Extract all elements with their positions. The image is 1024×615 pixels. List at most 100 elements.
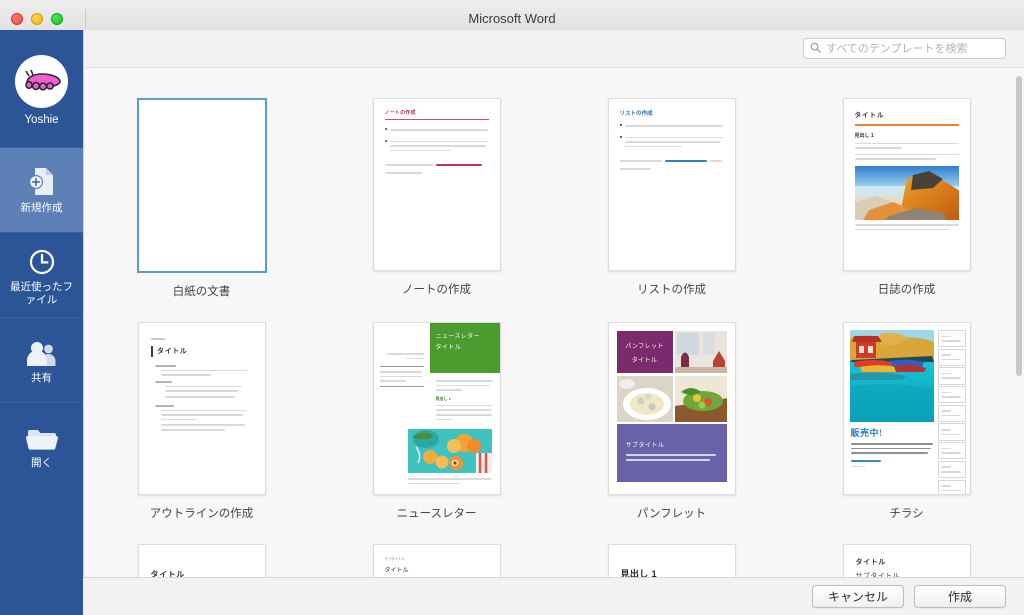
template-grid: 白紙の文書 ノートの作成 ノートの作成 リストの作成 リストの作成 タイトル 見… [84,76,1024,577]
template-thumbnail-row3-a[interactable]: タイトル [137,544,266,577]
search-input[interactable] [826,42,999,55]
preview-title: タイトル [150,570,185,577]
template-thumbnail-outline[interactable]: タイトル [137,322,266,495]
preview-title: 見出し 1 [620,569,658,577]
preview-photo-pasta [616,376,673,422]
template-label: チラシ [889,508,924,520]
template-card[interactable]: タイトル [84,522,319,577]
preview-photo-salad [674,376,727,422]
sidebar-item-label: 開く [31,457,52,469]
preview-bullet [384,126,489,134]
preview-photo-apricots [407,429,492,473]
search-box[interactable] [803,38,1006,59]
template-label: 日誌の作成 [877,284,936,296]
preview-title: リストの作成 [619,111,653,117]
template-thumbnail-flyer[interactable]: 販売中! [842,322,971,495]
sidebar-item-new[interactable]: 新規作成 [0,147,83,232]
avatar[interactable] [15,55,68,108]
preview-sidebar [374,323,430,399]
template-thumbnail-note[interactable]: ノートの作成 [372,98,501,271]
gallery-scrollbar[interactable] [1016,76,1022,573]
template-card[interactable]: 販売中! チラシ [789,300,1024,522]
preview-caption: サブタイトル [625,443,665,449]
template-thumbnail-journal[interactable]: タイトル 見出し 1 [842,98,971,271]
people-icon [25,335,59,367]
template-label: ノートの作成 [402,284,471,296]
preview-caption [854,223,959,231]
preview-title: ノートの作成 [384,110,416,116]
sidebar-item-recent[interactable]: 最近使ったファイル [0,232,83,317]
folder-icon [25,420,59,452]
template-thumbnail-list[interactable]: リストの作成 [607,98,736,271]
dialog-footer: キャンセル 作成 [83,577,1024,615]
preview-body: 販売中! [850,426,933,470]
preview-bullet [619,134,724,151]
preview-photo-table [674,331,727,373]
scrollbar-thumb[interactable] [1016,76,1022,376]
sidebar: Yoshie 新規作成 最近使ったファイル 共有 開く [0,30,83,615]
preview-title: 販売中! [850,428,883,438]
template-card[interactable]: パンフレット タイトル サブタイトル パンフレット [554,300,789,522]
preview-title: タイトル [854,112,885,119]
template-card[interactable]: サブタイトル タイトル [319,522,554,577]
preview-subtitle: 見出し 1 [854,132,874,139]
template-thumbnail-blank[interactable] [136,98,267,273]
preview-bullet [384,138,489,155]
preview-paragraph [854,142,959,160]
preview-footer-block: サブタイトル [616,424,727,482]
preview-photo-boats [849,330,934,422]
template-label: アウトラインの作成 [149,508,254,520]
template-card[interactable]: 見出し 1 [554,522,789,577]
preview-paragraph [619,157,724,170]
page-preview: パンフレット タイトル サブタイトル [608,323,735,494]
preview-title: ニュースレター [435,334,481,340]
template-card[interactable]: リストの作成 リストの作成 [554,76,789,300]
page-preview: ノートの作成 [373,99,500,270]
preview-subtitle: タイトル [435,345,462,351]
template-gallery[interactable]: 白紙の文書 ノートの作成 ノートの作成 リストの作成 リストの作成 タイトル 見… [84,68,1024,577]
page-preview: 販売中! [843,323,970,494]
preview-title: タイトル [157,348,188,356]
template-card[interactable]: ニュースレター タイトル 見出し 1 ニュースレター [319,300,554,522]
page-preview: タイトル 見出し 1 [843,99,970,270]
sidebar-item-label: 新規作成 [20,202,63,214]
preview-tear-off-tabs [937,330,966,494]
page-preview: タイトル サブタイトル [843,545,970,577]
template-label: パンフレット [636,508,707,520]
template-label: 白紙の文書 [172,286,231,298]
preview-outline-body [151,364,253,431]
cancel-button[interactable]: キャンセル [812,585,904,608]
profile-name: Yoshie [24,114,59,126]
template-thumbnail-newsletter[interactable]: ニュースレター タイトル 見出し 1 [372,322,501,495]
page-preview: タイトル [138,545,265,577]
template-card[interactable]: タイトル サブタイトル [789,522,1024,577]
page-preview: 見出し 1 [608,545,735,577]
profile-section[interactable]: Yoshie [0,30,83,147]
sidebar-item-shared[interactable]: 共有 [0,317,83,402]
template-card[interactable]: ノートの作成 ノートの作成 [319,76,554,300]
template-thumbnail-row3-c[interactable]: 見出し 1 [607,544,736,577]
create-button[interactable]: 作成 [914,585,1006,608]
sidebar-item-open[interactable]: 開く [0,402,83,487]
page-preview: ニュースレター タイトル 見出し 1 [373,323,500,494]
page-preview [138,100,265,271]
preview-subtitle: タイトル [631,357,658,364]
preview-header-block: ニュースレター タイトル [429,323,500,373]
template-label: ニュースレター [396,508,477,520]
template-card[interactable]: タイトル [84,300,319,522]
preview-title-block: パンフレット タイトル [616,331,673,373]
sidebar-item-label: 最近使ったファイル [10,280,73,306]
word-template-gallery-window: Microsoft Word Yoshie 新規作成 最近使ったファイル 共有 … [0,0,1024,615]
template-thumbnail-brochure[interactable]: パンフレット タイトル サブタイトル [607,322,736,495]
preview-title: パンフレット [625,343,664,350]
caterpillar-doodle-avatar [24,69,61,91]
template-thumbnail-row3-b[interactable]: サブタイトル タイトル [372,544,501,577]
template-label: リストの作成 [637,284,706,296]
template-card[interactable]: 白紙の文書 [84,76,319,300]
preview-title: タイトル [384,568,409,574]
search-icon [810,40,821,58]
preview-photo-coast [854,165,959,220]
main-panel: 白紙の文書 ノートの作成 [83,30,1024,615]
template-thumbnail-row3-d[interactable]: タイトル サブタイトル [842,544,971,577]
template-card[interactable]: タイトル 見出し 1 日誌の作成 [789,76,1024,300]
